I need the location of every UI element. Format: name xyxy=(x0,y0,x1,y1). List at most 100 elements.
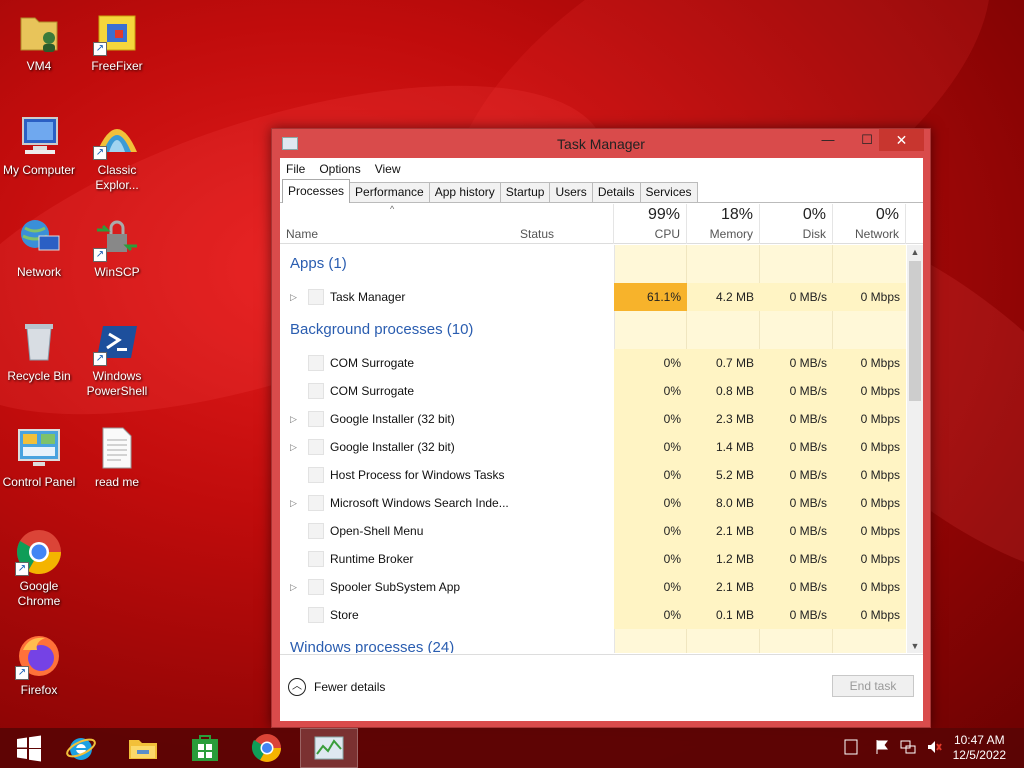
column-status[interactable]: Status xyxy=(514,204,614,244)
menu-bar: File Options View xyxy=(280,158,923,179)
process-row[interactable]: Store 0% 0.1 MB 0 MB/s 0 Mbps xyxy=(280,601,906,629)
minimize-icon: — xyxy=(821,132,835,147)
process-name: Microsoft Windows Search Inde... xyxy=(330,496,509,510)
process-row[interactable]: ▷ Google Installer (32 bit) 0% 2.3 MB 0 MB/s… xyxy=(280,405,906,433)
process-disk: 0 MB/s xyxy=(760,573,833,601)
process-row[interactable]: COM Surrogate 0% 0.8 MB 0 MB/s 0 Mbps xyxy=(280,377,906,405)
menu-options[interactable]: Options xyxy=(319,162,360,176)
process-disk: 0 MB/s xyxy=(760,517,833,545)
desktop-icon-network[interactable]: Network xyxy=(0,214,78,280)
show-desktop-icon[interactable] xyxy=(844,739,858,758)
process-name: Open-Shell Menu xyxy=(330,524,424,538)
clock[interactable]: 10:47 AM 12/5/2022 xyxy=(953,733,1006,763)
column-network[interactable]: 0% Network xyxy=(833,204,906,244)
process-row[interactable]: Open-Shell Menu 0% 2.1 MB 0 MB/s 0 Mbps xyxy=(280,517,906,545)
volume-muted-icon[interactable] xyxy=(926,739,942,758)
scroll-up-icon[interactable]: ▲ xyxy=(907,245,923,259)
close-button[interactable]: ✕ xyxy=(879,129,924,151)
tab-processes[interactable]: Processes xyxy=(282,179,351,203)
start-button[interactable] xyxy=(0,728,58,768)
process-disk: 0 MB/s xyxy=(760,545,833,573)
vertical-scrollbar[interactable]: ▲ ▼ xyxy=(907,245,923,653)
shortcut-arrow-icon: ↗ xyxy=(93,248,107,262)
process-cpu: 0% xyxy=(614,545,687,573)
firefox-icon: ↗ xyxy=(15,632,63,680)
column-cpu[interactable]: 99% CPU xyxy=(614,204,687,244)
fewer-details-button[interactable]: ︿ Fewer details xyxy=(288,678,385,696)
tab-startup[interactable]: Startup xyxy=(499,182,551,202)
desktop-icon-classic-explorer[interactable]: ↗ Classic Explor... xyxy=(78,112,156,193)
process-row[interactable]: ▷ Google Installer (32 bit) 0% 1.4 MB 0 MB/s… xyxy=(280,433,906,461)
process-row[interactable]: ▷ Microsoft Windows Search Inde... 0% 8.0 M… xyxy=(280,489,906,517)
taskbar-task-manager[interactable] xyxy=(300,728,358,768)
tab-app-history[interactable]: App history xyxy=(428,182,501,202)
menu-file[interactable]: File xyxy=(286,162,305,176)
chrome-icon: ↗ xyxy=(15,528,63,576)
scroll-down-icon[interactable]: ▼ xyxy=(907,639,923,653)
taskbar-chrome[interactable] xyxy=(238,728,296,768)
process-memory: 4.2 MB xyxy=(687,283,760,311)
group-apps-header[interactable]: Apps (1) xyxy=(290,249,347,279)
maximize-icon: ☐ xyxy=(861,132,873,147)
expand-arrow-icon[interactable]: ▷ xyxy=(290,405,297,433)
process-cpu: 0% xyxy=(614,601,687,629)
chevron-up-icon: ︿ xyxy=(288,678,306,696)
tab-details[interactable]: Details xyxy=(591,182,641,202)
network-tray-icon[interactable] xyxy=(900,739,916,758)
process-row[interactable]: ▷ Spooler SubSystem App 0% 2.1 MB 0 MB/s 0 Mb… xyxy=(280,573,906,601)
minimize-button[interactable]: — xyxy=(813,129,843,151)
process-row[interactable]: ▷ Task Manager 61.1% 4.2 MB 0 MB/s 0 Mbps xyxy=(280,283,906,311)
tab-users[interactable]: Users xyxy=(549,182,593,202)
process-row[interactable]: Runtime Broker 0% 1.2 MB 0 MB/s 0 Mbps xyxy=(280,545,906,573)
shortcut-arrow-icon: ↗ xyxy=(15,666,29,680)
expand-arrow-icon[interactable]: ▷ xyxy=(290,489,297,517)
column-disk[interactable]: 0% Disk xyxy=(760,204,833,244)
column-memory[interactable]: 18% Memory xyxy=(687,204,760,244)
tab-bar: Processes Performance App history Startu… xyxy=(280,179,923,203)
desktop-icon-my-computer[interactable]: My Computer xyxy=(0,112,78,178)
expand-arrow-icon[interactable]: ▷ xyxy=(290,283,297,311)
menu-view[interactable]: View xyxy=(375,162,401,176)
column-headers: ^ Name Status 99% CPU 18% Memory 0% Disk… xyxy=(280,204,923,244)
process-name: Task Manager xyxy=(330,290,406,304)
process-disk: 0 MB/s xyxy=(760,405,833,433)
tab-performance[interactable]: Performance xyxy=(349,182,430,202)
footer: ︿ Fewer details End task xyxy=(280,654,923,721)
group-windows-header[interactable]: Windows processes (24) xyxy=(290,633,454,653)
taskbar-store[interactable] xyxy=(176,728,234,768)
clock-date: 12/5/2022 xyxy=(952,748,1006,762)
taskbar-internet-explorer[interactable] xyxy=(52,728,110,768)
scroll-thumb[interactable] xyxy=(909,261,921,401)
action-center-flag-icon[interactable] xyxy=(874,739,890,758)
desktop-icon-google-chrome[interactable]: ↗ Google Chrome xyxy=(0,528,78,609)
process-icon xyxy=(308,289,324,305)
control-panel-icon xyxy=(15,424,63,472)
process-memory: 2.1 MB xyxy=(687,573,760,601)
column-name[interactable]: ^ Name xyxy=(280,204,514,244)
process-name: Google Installer (32 bit) xyxy=(330,412,455,426)
group-background-header[interactable]: Background processes (10) xyxy=(290,315,473,345)
desktop-icon-freefixer[interactable]: ↗ FreeFixer xyxy=(78,8,156,74)
network-icon xyxy=(15,214,63,262)
title-bar[interactable]: Task Manager — ☐ ✕ xyxy=(272,129,930,157)
process-memory: 0.8 MB xyxy=(687,377,760,405)
tab-services[interactable]: Services xyxy=(639,182,698,202)
desktop-icon-control-panel[interactable]: Control Panel xyxy=(0,424,78,490)
desktop-icon-label: Windows PowerShell xyxy=(86,369,148,398)
maximize-button[interactable]: ☐ xyxy=(852,129,882,151)
expand-arrow-icon[interactable]: ▷ xyxy=(290,433,297,461)
process-cpu: 61.1% xyxy=(614,283,687,311)
desktop-icon-powershell[interactable]: ↗ Windows PowerShell xyxy=(78,318,156,399)
desktop-icon-winscp[interactable]: ↗ WinSCP xyxy=(78,214,156,280)
end-task-button[interactable]: End task xyxy=(832,675,914,697)
desktop-icon-read-me[interactable]: read me xyxy=(78,424,156,490)
desktop-icon-vm4[interactable]: VM4 xyxy=(0,8,78,74)
process-memory: 8.0 MB xyxy=(687,489,760,517)
process-icon xyxy=(308,411,324,427)
process-row[interactable]: COM Surrogate 0% 0.7 MB 0 MB/s 0 Mbps xyxy=(280,349,906,377)
desktop-icon-recycle-bin[interactable]: Recycle Bin xyxy=(0,318,78,384)
expand-arrow-icon[interactable]: ▷ xyxy=(290,573,297,601)
taskbar-file-explorer[interactable] xyxy=(114,728,172,768)
desktop-icon-firefox[interactable]: ↗ Firefox xyxy=(0,632,78,698)
process-row[interactable]: Host Process for Windows Tasks 0% 5.2 MB 0 … xyxy=(280,461,906,489)
